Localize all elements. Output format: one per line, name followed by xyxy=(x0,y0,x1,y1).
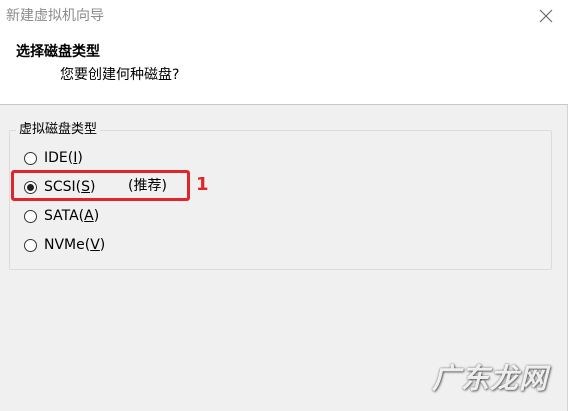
close-icon xyxy=(539,9,553,23)
radio-ide-circle[interactable] xyxy=(24,151,37,165)
radio-nvme[interactable]: NVMe(V) xyxy=(24,234,105,256)
window-title: 新建虚拟机向导 xyxy=(6,8,104,24)
radio-sata-label[interactable]: SATA(A) xyxy=(44,206,99,226)
annotation-step-number: 1 xyxy=(196,174,209,195)
watermark-logo: 广东龙网 xyxy=(432,362,549,395)
radio-ide[interactable]: IDE(I) xyxy=(24,147,83,169)
radio-ide-label[interactable]: IDE(I) xyxy=(44,148,83,168)
radio-sata-circle[interactable] xyxy=(24,209,37,223)
radio-nvme-circle[interactable] xyxy=(24,238,37,252)
title-bar: 新建虚拟机向导 xyxy=(0,0,568,32)
radio-nvme-label[interactable]: NVMe(V) xyxy=(44,235,105,255)
annotation-highlight-box xyxy=(11,170,190,201)
page-title: 选择磁盘类型 xyxy=(16,44,100,60)
wizard-header: 选择磁盘类型 您要创建何种磁盘? xyxy=(0,32,568,105)
radio-sata[interactable]: SATA(A) xyxy=(24,205,99,227)
page-subtitle: 您要创建何种磁盘? xyxy=(60,67,180,83)
new-vm-wizard-window: 新建虚拟机向导 选择磁盘类型 您要创建何种磁盘? 虚拟磁盘类型 IDE(I) S… xyxy=(0,0,568,411)
close-button[interactable] xyxy=(534,4,558,28)
disk-type-group-legend: 虚拟磁盘类型 xyxy=(16,121,101,139)
